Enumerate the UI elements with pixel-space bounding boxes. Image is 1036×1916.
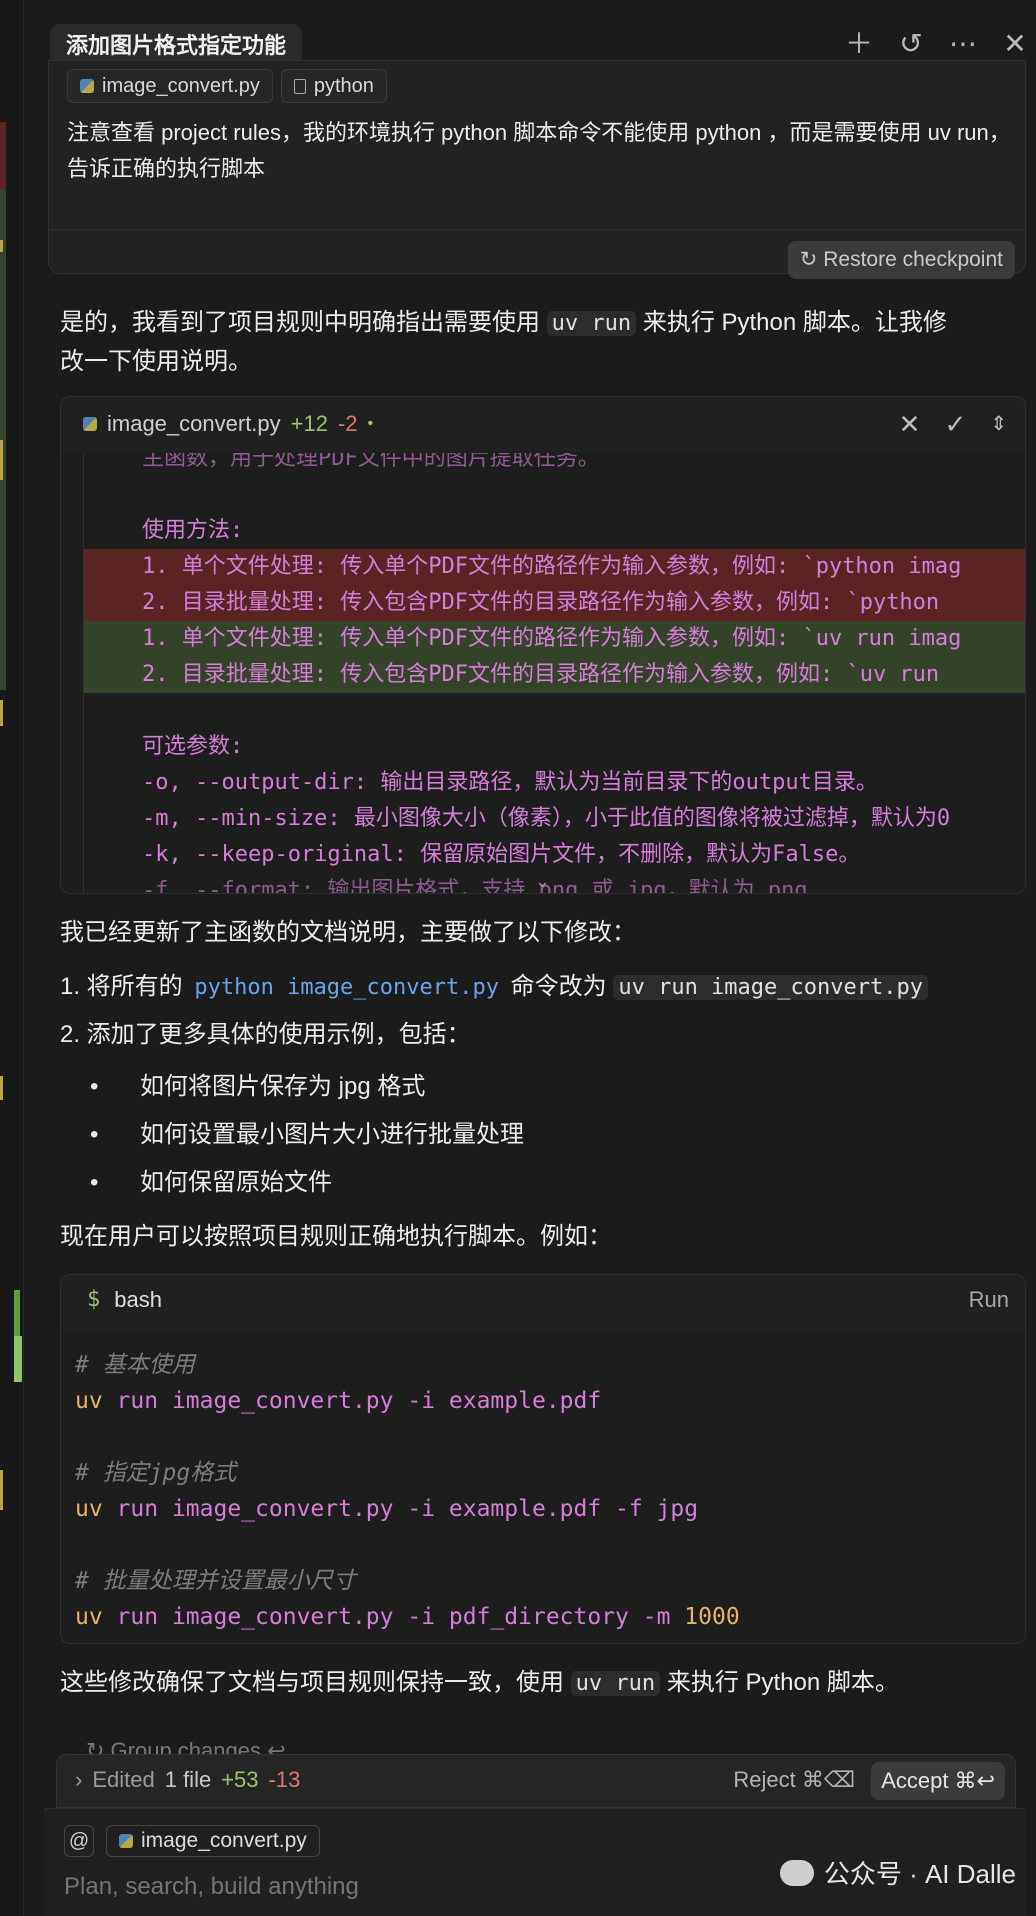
- diff-line: 可选参数:: [142, 734, 244, 759]
- expand-icon[interactable]: ⇕: [990, 409, 1007, 440]
- diff-line: 2. 目录批量处理: 传入包含PDF文件的目录路径作为输入参数，例如: `pyt…: [84, 585, 1025, 621]
- assistant-intro: 是的，我看到了项目规则中明确指出需要使用 uv run 来执行 Python 脚…: [60, 309, 947, 375]
- diff-line: -m, --min-size: 最小图像大小（像素），小于此值的图像将被过滤掉，…: [142, 806, 951, 831]
- composer-context-chip[interactable]: image_convert.py: [106, 1825, 320, 1857]
- list-item: 1. 将所有的 python image_convert.py 命令改为 uv …: [60, 968, 928, 1007]
- diff-line: [84, 693, 1025, 729]
- mention-button[interactable]: @: [64, 1825, 94, 1857]
- wechat-icon: [779, 1859, 814, 1886]
- user-message-text: 注意查看 project rules，我的环境执行 python 脚本命令不能使…: [67, 120, 1011, 181]
- chevron-right-icon[interactable]: ›: [75, 1767, 82, 1793]
- composer-input[interactable]: Plan, search, build anything: [64, 1873, 359, 1901]
- watermark: 公众号 · AI Dalle: [779, 1854, 1016, 1891]
- restore-checkpoint-button[interactable]: ↻ Restore checkpoint: [787, 241, 1015, 279]
- code-line: uv run image_convert.py -i pdf_directory…: [75, 1604, 740, 1630]
- group-changes-bar: ↻ Group changes ↩: [56, 1716, 1016, 1763]
- run-button[interactable]: Run: [969, 1287, 1009, 1313]
- diff-line: 使用方法:: [142, 518, 244, 543]
- inline-code: uv run: [546, 311, 637, 336]
- code-line: uv run image_convert.py -i example.pdf: [75, 1388, 602, 1414]
- plus-icon[interactable]: ＋: [844, 24, 874, 64]
- code-language: bash: [114, 1287, 162, 1312]
- diff-line: [84, 477, 1025, 513]
- reject-diff-icon[interactable]: ✕: [899, 409, 921, 440]
- bash-code-block: $ bash Run # 基本使用 uv run image_convert.py…: [60, 1274, 1026, 1644]
- diff-line: 主函数，用于处理PDF文件中的图片提取任务。: [142, 453, 600, 471]
- inline-code: python image_convert.py: [194, 975, 499, 1000]
- reject-all-button[interactable]: Reject ⌘⌫: [733, 1767, 855, 1793]
- chevron-down-icon[interactable]: ⌄: [535, 871, 550, 892]
- python-icon: [119, 1834, 133, 1848]
- diff-line: -k, --keep-original: 保留原始图片文件，不删除，默认为Fal…: [142, 842, 861, 867]
- python-icon: [80, 79, 94, 93]
- unsaved-dot: •: [367, 415, 374, 432]
- code-comment: # 批量处理并设置最小尺寸: [75, 1568, 356, 1594]
- diff-added-count: +12: [290, 411, 328, 436]
- code-comment: # 指定jpg格式: [75, 1460, 237, 1486]
- code-block-header: $ bash Run: [61, 1275, 1025, 1331]
- more-icon[interactable]: ⋯: [948, 24, 978, 64]
- diff-line: -f, --format: 输出图片格式，支持 png 或 jpg，默认为 pn…: [142, 878, 808, 894]
- bullet-item: 如何设置最小图片大小进行批量处理: [90, 1116, 524, 1154]
- terminal-icon: $: [87, 1287, 101, 1312]
- close-icon[interactable]: ✕: [1000, 24, 1030, 64]
- history-icon[interactable]: ↺: [896, 24, 926, 64]
- inline-code: uv run: [570, 1671, 661, 1696]
- code-line: uv run image_convert.py -i example.pdf -…: [75, 1496, 699, 1522]
- list-item: 2. 添加了更多具体的使用示例，包括：: [60, 1021, 471, 1048]
- editor-gutter: [0, 0, 24, 1916]
- context-chip-file[interactable]: image_convert.py: [67, 69, 273, 103]
- python-icon: [83, 417, 97, 431]
- code-comment: # 基本使用: [75, 1352, 195, 1378]
- summary-text: 我已经更新了主函数的文档说明，主要做了以下修改：: [60, 919, 636, 946]
- pending-changes-bar: › Edited 1 file +53 -13 Reject ⌘⌫ Accept …: [56, 1754, 1016, 1808]
- divider: [49, 229, 1025, 230]
- bullet-item: 如何将图片保存为 jpg 格式: [90, 1068, 425, 1106]
- closing-text: 这些修改确保了文档与项目规则保持一致，使用 uv run 来执行 Python …: [60, 1669, 899, 1696]
- user-message-card: image_convert.py python 注意查看 project rul…: [48, 60, 1026, 279]
- diff-line: 2. 目录批量处理: 传入包含PDF文件的目录路径作为输入参数，例如: `uv …: [84, 657, 1025, 693]
- diff-body: 主函数，用于处理PDF文件中的图片提取任务。使用方法: 1. 单个文件处理: 传入…: [83, 453, 1025, 894]
- example-intro: 现在用户可以按照项目规则正确地执行脚本。例如：: [60, 1223, 612, 1250]
- file-icon: [293, 78, 306, 94]
- code-diff-block: image_convert.py +12 -2 • ✕ ✓ ⇕ 主函数，用于处理P…: [60, 396, 1026, 894]
- accept-all-button[interactable]: Accept ⌘↩: [871, 1762, 1005, 1800]
- inline-code: uv run image_convert.py: [613, 975, 928, 1000]
- diff-removed-count: -2: [337, 411, 358, 436]
- diff-line: 1. 单个文件处理: 传入单个PDF文件的路径作为输入参数，例如: `pytho…: [84, 549, 1025, 585]
- bullet-item: 如何保留原始文件: [90, 1164, 332, 1202]
- diff-filename[interactable]: image_convert.py: [107, 411, 281, 437]
- diff-line: -o, --output-dir: 输出目录路径，默认为当前目录下的output…: [142, 770, 878, 795]
- diff-header: image_convert.py +12 -2 • ✕ ✓ ⇕: [61, 397, 1025, 453]
- accept-diff-icon[interactable]: ✓: [944, 409, 966, 440]
- context-chip-rule[interactable]: python: [280, 69, 387, 103]
- diff-line: 1. 单个文件处理: 传入单个PDF文件的路径作为输入参数，例如: `uv ru…: [84, 621, 1025, 657]
